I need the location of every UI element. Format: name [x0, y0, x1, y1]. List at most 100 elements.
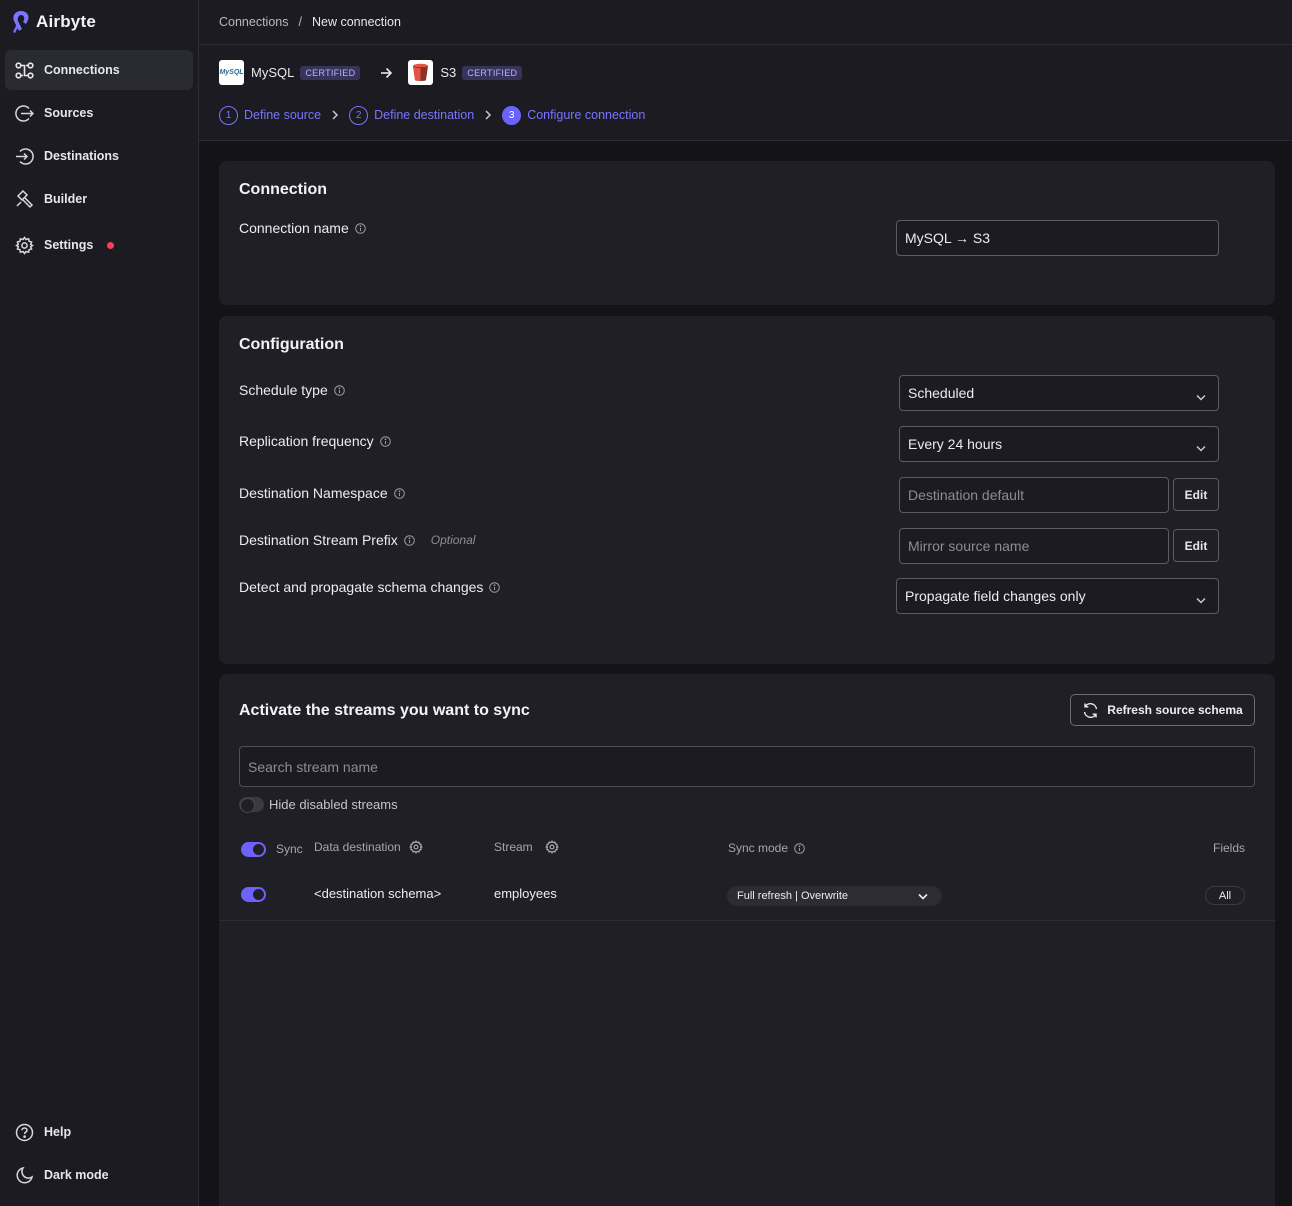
- sidebar-item-settings[interactable]: Settings: [5, 225, 193, 265]
- mysql-logo-text: MySQL: [219, 69, 244, 76]
- step-label: Define destination: [374, 108, 475, 122]
- hide-disabled-streams-label: Hide disabled streams: [269, 797, 398, 812]
- step-number: 2: [349, 105, 369, 125]
- step-label: Configure connection: [527, 108, 646, 122]
- schedule-type-select[interactable]: Scheduled: [899, 375, 1219, 411]
- destination-namespace-input[interactable]: Destination default: [899, 477, 1169, 513]
- connection-route: MySQL MySQL CERTIFIED S3 CERTIFIED: [219, 60, 523, 85]
- streams-card: Activate the streams you want to sync Re…: [219, 674, 1275, 1206]
- sidebar-item-connections[interactable]: Connections: [5, 50, 193, 90]
- header-data-destination: Data destination: [314, 840, 423, 854]
- chevron-right-icon: [484, 110, 492, 120]
- airbyte-logo[interactable]: Airbyte: [10, 10, 96, 34]
- header-sync-mode: Sync mode: [728, 841, 805, 855]
- destination-stream-prefix-label: Destination Stream Prefix Optional: [239, 532, 475, 548]
- breadcrumb-connections-link[interactable]: Connections: [219, 15, 289, 29]
- schema-changes-select[interactable]: Propagate field changes only: [896, 578, 1219, 614]
- sidebar-item-builder[interactable]: Builder: [5, 179, 193, 219]
- stream-name: employees: [494, 886, 557, 901]
- destination-stream-prefix-input[interactable]: Mirror source name: [899, 528, 1169, 564]
- connection-name-label: Connection name: [239, 220, 366, 236]
- schema-changes-label-text: Detect and propagate schema changes: [239, 579, 484, 595]
- info-icon[interactable]: [393, 487, 405, 499]
- sidebar-item-help[interactable]: Help: [5, 1112, 193, 1152]
- connection-steps: 1 Define source 2 Define destination 3 C…: [219, 104, 645, 126]
- replication-frequency-label: Replication frequency: [239, 433, 391, 449]
- step-number: 1: [219, 105, 238, 125]
- sync-mode-value: Full refresh | Overwrite: [737, 890, 849, 902]
- fields-all-button[interactable]: All: [1205, 886, 1245, 905]
- help-icon: [15, 1123, 34, 1142]
- gear-icon[interactable]: [408, 840, 423, 854]
- connection-name-input[interactable]: MySQL → S3: [896, 220, 1219, 256]
- destination-stream-prefix-label-text: Destination Stream Prefix: [239, 532, 398, 548]
- info-icon[interactable]: [333, 384, 345, 396]
- source-name: MySQL: [251, 65, 295, 80]
- stream-destination-schema: <destination schema>: [314, 886, 442, 901]
- step-define-destination[interactable]: 2 Define destination: [349, 105, 475, 125]
- breadcrumb: Connections / New connection: [199, 0, 1292, 45]
- sidebar-item-label: Help: [44, 1125, 72, 1139]
- edit-prefix-button[interactable]: Edit: [1173, 529, 1219, 562]
- breadcrumb-current: New connection: [311, 15, 401, 29]
- moon-icon: [15, 1166, 34, 1185]
- replication-frequency-select[interactable]: Every 24 hours: [899, 426, 1219, 462]
- sidebar-item-sources[interactable]: Sources: [5, 93, 193, 133]
- schema-changes-label: Detect and propagate schema changes: [239, 579, 501, 595]
- breadcrumb-separator: /: [298, 15, 302, 29]
- destination-certified-badge: CERTIFIED: [462, 65, 523, 80]
- notification-dot: [107, 241, 115, 249]
- destination-icon: [15, 147, 34, 166]
- info-icon[interactable]: [403, 534, 415, 546]
- airbyte-logo-icon: [13, 11, 29, 33]
- refresh-button-label: Refresh source schema: [1107, 703, 1243, 717]
- source-icon: [15, 104, 34, 123]
- schedule-type-label: Schedule type: [239, 382, 345, 398]
- header-stream-label: Stream: [494, 840, 533, 854]
- sidebar-item-label: Connections: [44, 63, 120, 77]
- chevron-down-icon: [1196, 388, 1206, 404]
- optional-label: Optional: [430, 533, 476, 547]
- info-icon[interactable]: [379, 435, 391, 447]
- edit-namespace-button[interactable]: Edit: [1173, 478, 1219, 511]
- header-sync: Sync: [276, 842, 303, 856]
- hide-disabled-streams-toggle[interactable]: [239, 797, 264, 813]
- sidebar-item-label: Dark mode: [44, 1168, 109, 1182]
- destination-namespace-label: Destination Namespace: [239, 485, 405, 501]
- streams-card-title: Activate the streams you want to sync: [239, 702, 530, 719]
- replication-frequency-label-text: Replication frequency: [239, 433, 374, 449]
- arrow-right-icon: [380, 67, 393, 79]
- app-name: Airbyte: [36, 12, 96, 31]
- gear-icon[interactable]: [544, 840, 559, 854]
- step-define-source[interactable]: 1 Define source: [219, 105, 321, 125]
- sidebar-item-label: Sources: [44, 106, 94, 120]
- chevron-right-icon: [331, 110, 339, 120]
- builder-icon: [15, 189, 34, 209]
- sidebar-item-dark-mode[interactable]: Dark mode: [5, 1155, 193, 1195]
- schema-changes-value: Propagate field changes only: [905, 588, 1086, 604]
- sync-mode-select[interactable]: Full refresh | Overwrite: [727, 886, 942, 906]
- chevron-down-icon: [1196, 439, 1206, 455]
- search-stream-input[interactable]: Search stream name: [239, 746, 1255, 787]
- sync-all-toggle[interactable]: [241, 842, 266, 857]
- refresh-source-schema-button[interactable]: Refresh source schema: [1070, 694, 1255, 726]
- connection-card-title: Connection: [239, 181, 327, 198]
- info-icon[interactable]: [794, 842, 805, 854]
- info-icon[interactable]: [354, 222, 366, 234]
- header-stream: Stream: [494, 840, 559, 854]
- destination-namespace-label-text: Destination Namespace: [239, 485, 388, 501]
- connection-card: Connection Connection name MySQL → S3: [219, 161, 1275, 305]
- s3-bucket-icon: [408, 60, 434, 85]
- connection-name-label-text: Connection name: [239, 220, 349, 236]
- stream-sync-toggle[interactable]: [241, 887, 266, 902]
- replication-frequency-value: Every 24 hours: [908, 436, 1003, 452]
- info-icon[interactable]: [489, 581, 501, 593]
- chevron-down-icon: [918, 891, 928, 903]
- sidebar-item-destinations[interactable]: Destinations: [5, 136, 193, 176]
- step-configure-connection: 3 Configure connection: [502, 105, 646, 125]
- page-header: Connections / New connection MySQL MySQL…: [199, 0, 1292, 141]
- chevron-down-icon: [1196, 591, 1206, 607]
- configuration-card: Configuration Schedule type Scheduled Re…: [219, 316, 1275, 664]
- source-certified-badge: CERTIFIED: [300, 65, 361, 80]
- row-divider: [219, 920, 1275, 921]
